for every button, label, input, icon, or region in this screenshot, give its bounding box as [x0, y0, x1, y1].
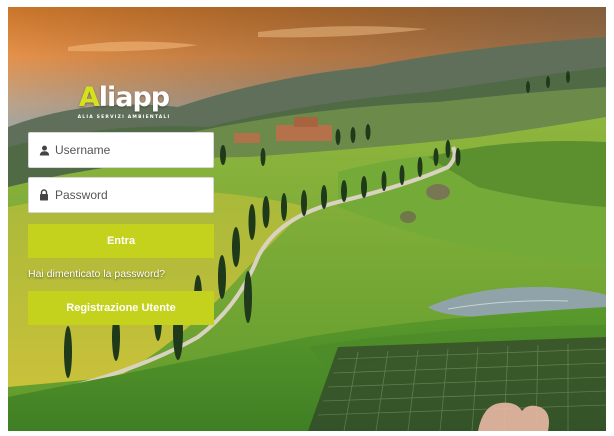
username-input[interactable]: [55, 133, 205, 167]
password-field[interactable]: [28, 177, 214, 213]
login-screen: Aliapp ALIA SERVIZI AMBIENTALI Entra Hai…: [8, 7, 606, 431]
password-input[interactable]: [55, 178, 205, 212]
login-button[interactable]: Entra: [28, 224, 214, 258]
logo-wordmark: Aliapp: [78, 82, 170, 113]
user-icon: [29, 132, 55, 168]
forgot-password-link[interactable]: Hai dimenticato la password?: [28, 268, 165, 280]
register-button[interactable]: Registrazione Utente: [28, 291, 214, 325]
background-landscape-image: [8, 7, 606, 431]
logo-tagline: ALIA SERVIZI AMBIENTALI: [77, 115, 171, 120]
aliapp-logo: Aliapp ALIA SERVIZI AMBIENTALI: [74, 83, 174, 129]
lock-icon: [29, 177, 55, 213]
username-field[interactable]: [28, 132, 214, 168]
